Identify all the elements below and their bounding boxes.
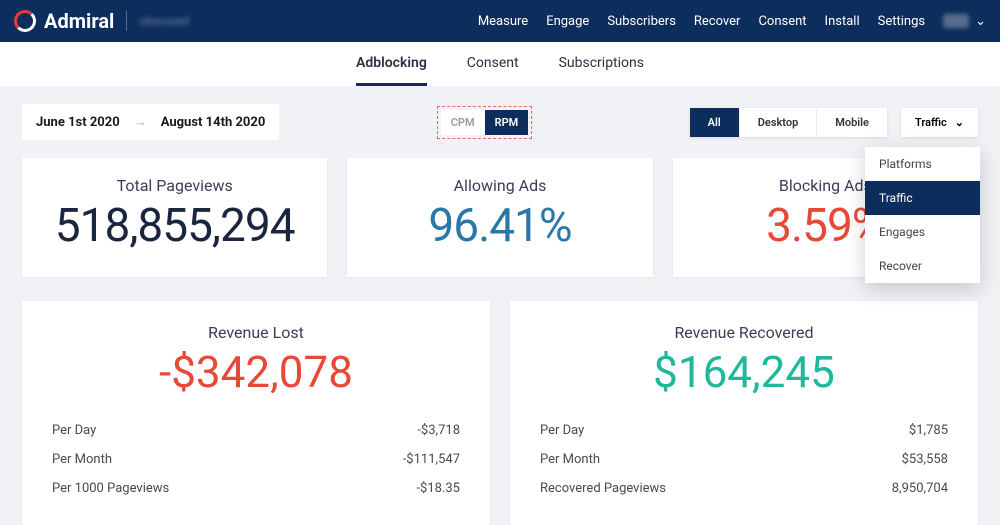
metric-label: Per Month: [52, 452, 112, 467]
metric-row: Per 1000 Pageviews -$18.35: [52, 474, 460, 503]
metric-label: Per Day: [540, 423, 584, 438]
stat-label: Allowing Ads: [359, 176, 640, 195]
device-all[interactable]: All: [690, 108, 740, 137]
nav-engage[interactable]: Engage: [546, 14, 589, 29]
metric-row: Recovered Pageviews 8,950,704: [540, 474, 948, 503]
dd-traffic[interactable]: Traffic: [865, 181, 980, 215]
metric-row: Per Month $53,558: [540, 445, 948, 474]
nav-consent[interactable]: Consent: [758, 14, 806, 29]
right-controls: All Desktop Mobile Traffic ⌄ Platforms T…: [690, 108, 978, 137]
metric-row: Per Day $1,785: [540, 416, 948, 445]
metric-label: Per Month: [540, 452, 600, 467]
main-header: Admiral obscured Measure Engage Subscrib…: [0, 0, 1000, 42]
metric-value: $53,558: [902, 452, 948, 467]
date-start: June 1st 2020: [36, 115, 120, 130]
dd-engages[interactable]: Engages: [865, 215, 980, 249]
admiral-logo-icon: [14, 10, 36, 32]
card-value: $164,245: [540, 346, 948, 398]
dd-recover[interactable]: Recover: [865, 249, 980, 283]
stat-label: Total Pageviews: [34, 176, 315, 195]
metric-row: Per Day -$3,718: [52, 416, 460, 445]
nav-recover[interactable]: Recover: [694, 14, 741, 29]
dd-platforms[interactable]: Platforms: [865, 147, 980, 181]
metric-value: -$18.35: [416, 481, 460, 496]
traffic-dropdown[interactable]: Traffic ⌄ Platforms Traffic Engages Reco…: [901, 108, 978, 137]
metric-label: Recovered Pageviews: [540, 481, 666, 496]
stat-total-pageviews: Total Pageviews 518,855,294: [22, 158, 327, 277]
cpm-button[interactable]: CPM: [441, 110, 485, 135]
user-menu[interactable]: ⌄: [943, 14, 986, 29]
device-segmented: All Desktop Mobile: [690, 108, 887, 137]
tab-adblocking[interactable]: Adblocking: [356, 43, 427, 86]
stats-row: Total Pageviews 518,855,294 Allowing Ads…: [0, 158, 1000, 301]
metric-row: Per Month -$111,547: [52, 445, 460, 474]
cpm-rpm-toggle: CPM RPM: [437, 106, 533, 139]
site-name-blurred: obscured: [139, 14, 189, 28]
stat-allowing-ads: Allowing Ads 96.41%: [347, 158, 652, 277]
nav-measure[interactable]: Measure: [478, 14, 528, 29]
device-desktop[interactable]: Desktop: [740, 108, 818, 137]
metric-value: 8,950,704: [892, 481, 948, 496]
user-name-blurred: [943, 14, 969, 28]
brand-name: Admiral: [44, 9, 114, 33]
rpm-button[interactable]: RPM: [485, 110, 529, 135]
date-end: August 14th 2020: [161, 115, 266, 130]
date-range-picker[interactable]: June 1st 2020 → August 14th 2020: [22, 104, 279, 140]
primary-nav: Measure Engage Subscribers Recover Conse…: [478, 14, 986, 29]
section-tabs: Adblocking Consent Subscriptions: [0, 42, 1000, 86]
chevron-down-icon: ⌄: [955, 116, 964, 129]
card-title: Revenue Recovered: [540, 323, 948, 342]
revenue-lost-card: Revenue Lost -$342,078 Per Day -$3,718 P…: [22, 301, 490, 525]
metric-value: $1,785: [909, 423, 948, 438]
metric-value: -$111,547: [403, 452, 460, 467]
nav-settings[interactable]: Settings: [878, 14, 925, 29]
nav-install[interactable]: Install: [825, 14, 860, 29]
metric-label: Per Day: [52, 423, 96, 438]
tab-consent[interactable]: Consent: [467, 43, 519, 86]
revenue-recovered-card: Revenue Recovered $164,245 Per Day $1,78…: [510, 301, 978, 525]
card-value: -$342,078: [52, 346, 460, 398]
stat-value: 96.41%: [359, 199, 640, 253]
revenue-row: Revenue Lost -$342,078 Per Day -$3,718 P…: [0, 301, 1000, 525]
metric-label: Per 1000 Pageviews: [52, 481, 169, 496]
card-title: Revenue Lost: [52, 323, 460, 342]
traffic-dropdown-label: Traffic: [915, 116, 947, 129]
tab-subscriptions[interactable]: Subscriptions: [559, 43, 644, 86]
metric-value: -$3,718: [417, 423, 460, 438]
filter-bar: June 1st 2020 → August 14th 2020 CPM RPM…: [0, 86, 1000, 158]
arrow-right-icon: →: [134, 114, 147, 130]
brand-logo[interactable]: Admiral: [14, 9, 114, 33]
traffic-dropdown-menu: Platforms Traffic Engages Recover: [865, 147, 980, 283]
chevron-down-icon: ⌄: [975, 14, 986, 29]
device-mobile[interactable]: Mobile: [817, 108, 887, 137]
stat-value: 518,855,294: [34, 199, 315, 253]
header-divider: [126, 11, 127, 31]
nav-subscribers[interactable]: Subscribers: [607, 14, 676, 29]
